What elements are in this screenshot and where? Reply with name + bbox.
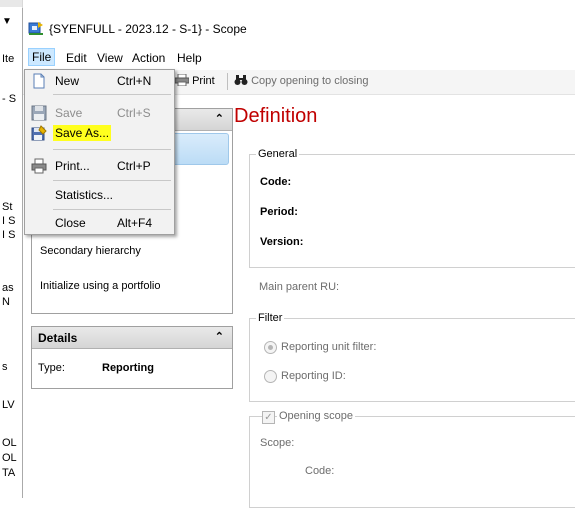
print-toolbar-button[interactable]: Print	[174, 73, 215, 87]
copy-opening-to-closing-button[interactable]: Copy opening to closing	[234, 74, 368, 87]
opening-scope-group: ✓ Opening scope Scope: Code:	[249, 410, 575, 508]
menu-item-save-as-label: Save As...	[53, 125, 112, 141]
menu-item-print-label: Print...	[55, 159, 90, 173]
type-label: Type:	[38, 362, 65, 374]
reporting-unit-filter-label: Reporting unit filter:	[281, 341, 377, 353]
filter-group-label: Filter	[256, 312, 285, 324]
background-fragment: as	[2, 282, 14, 294]
title-bar[interactable]: {SYENFULL - 2023.12 - S-1} - Scope	[23, 8, 575, 46]
menu-item-print-shortcut: Ctrl+P	[117, 159, 151, 173]
menu-separator	[53, 94, 171, 95]
background-fragment: Ite	[2, 53, 15, 65]
menu-item-save-as[interactable]: Save As...	[25, 122, 174, 144]
menu-item-save-label: Save	[55, 106, 83, 120]
menu-item-close[interactable]: Close Alt+F4	[25, 212, 174, 234]
collapse-chevron-icon[interactable]: ⌃	[215, 112, 224, 125]
printer-icon	[31, 158, 47, 174]
collapse-chevron-icon[interactable]: ⌃	[215, 330, 224, 343]
menu-item-print[interactable]: Print... Ctrl+P	[25, 155, 174, 177]
filter-group: Filter Reporting unit filter: Reporting …	[249, 312, 575, 402]
menu-file[interactable]: File	[28, 48, 56, 66]
new-document-icon	[33, 73, 45, 89]
background-fragment: OL	[2, 452, 17, 464]
app-icon	[28, 22, 43, 35]
reporting-id-label: Reporting ID:	[281, 370, 346, 382]
menu-bar: File Edit View Action Help	[23, 47, 575, 69]
code-label: Code:	[260, 176, 292, 188]
opening-scope-label: Opening scope	[277, 410, 355, 422]
task-secondary-hierarchy[interactable]: Secondary hierarchy	[40, 245, 141, 257]
background-fragment: TA	[2, 467, 16, 479]
menu-item-new-label: New	[55, 74, 80, 88]
menu-view[interactable]: View	[93, 50, 127, 66]
menu-item-new-shortcut: Ctrl+N	[117, 74, 152, 88]
reporting-unit-filter-radio[interactable]	[264, 341, 277, 354]
menu-action[interactable]: Action	[128, 50, 169, 66]
menu-item-close-label: Close	[55, 216, 86, 230]
menu-item-statistics-label: Statistics...	[55, 188, 114, 202]
opening-scope-checkbox[interactable]: ✓	[262, 411, 275, 424]
version-label: Version:	[260, 236, 304, 248]
menu-item-close-shortcut: Alt+F4	[117, 216, 153, 230]
toolbar-separator	[227, 73, 228, 90]
background-window: ▼ Ite - S St I S I S as N s LV OL OL TA	[0, 0, 23, 489]
background-fragment: N	[2, 296, 10, 308]
copy-opening-to-closing-label: Copy opening to closing	[251, 75, 369, 87]
file-menu-dropdown: New Ctrl+N Save Ctrl+S Save As... Print.…	[24, 69, 175, 235]
background-fragment: - S	[2, 93, 17, 105]
print-toolbar-label: Print	[192, 75, 215, 87]
background-fragment: LV	[2, 399, 15, 411]
background-window-titlebar	[0, 0, 22, 7]
menu-separator	[53, 209, 171, 210]
menu-help[interactable]: Help	[173, 50, 206, 66]
period-label: Period:	[260, 206, 298, 218]
background-fragment: I S	[2, 215, 16, 227]
general-group-label: General	[256, 148, 300, 160]
background-caret-icon: ▼	[2, 16, 12, 27]
menu-item-save-shortcut: Ctrl+S	[117, 106, 151, 120]
details-panel-title: Details	[38, 331, 78, 345]
menu-separator	[53, 149, 171, 150]
page-title: Definition	[234, 105, 318, 127]
binoculars-icon	[234, 75, 248, 85]
task-initialize-using-portfolio[interactable]: Initialize using a portfolio	[40, 280, 160, 292]
details-panel: Details ⌃ Type: Reporting	[31, 326, 233, 389]
printer-icon	[174, 73, 190, 87]
menu-item-save[interactable]: Save Ctrl+S	[25, 102, 174, 124]
save-as-icon	[31, 125, 47, 141]
menu-item-statistics[interactable]: Statistics...	[25, 184, 174, 206]
details-panel-header[interactable]: Details ⌃	[32, 327, 232, 349]
scope-code-label: Code:	[305, 465, 335, 477]
background-fragment: I S	[2, 229, 16, 241]
reporting-id-radio[interactable]	[264, 370, 277, 383]
menu-edit[interactable]: Edit	[62, 50, 91, 66]
main-parent-label: Main parent RU:	[259, 281, 340, 293]
menu-separator	[53, 180, 171, 181]
background-fragment: OL	[2, 437, 17, 449]
menu-item-new[interactable]: New Ctrl+N	[25, 70, 174, 92]
scope-label: Scope:	[260, 437, 295, 449]
background-fragment: s	[2, 361, 8, 373]
window-title: {SYENFULL - 2023.12 - S-1} - Scope	[49, 22, 247, 36]
general-group: General Code: Period: Version:	[249, 148, 575, 268]
background-fragment: St	[2, 201, 13, 213]
floppy-disk-icon	[31, 105, 47, 121]
type-value: Reporting	[102, 362, 154, 374]
